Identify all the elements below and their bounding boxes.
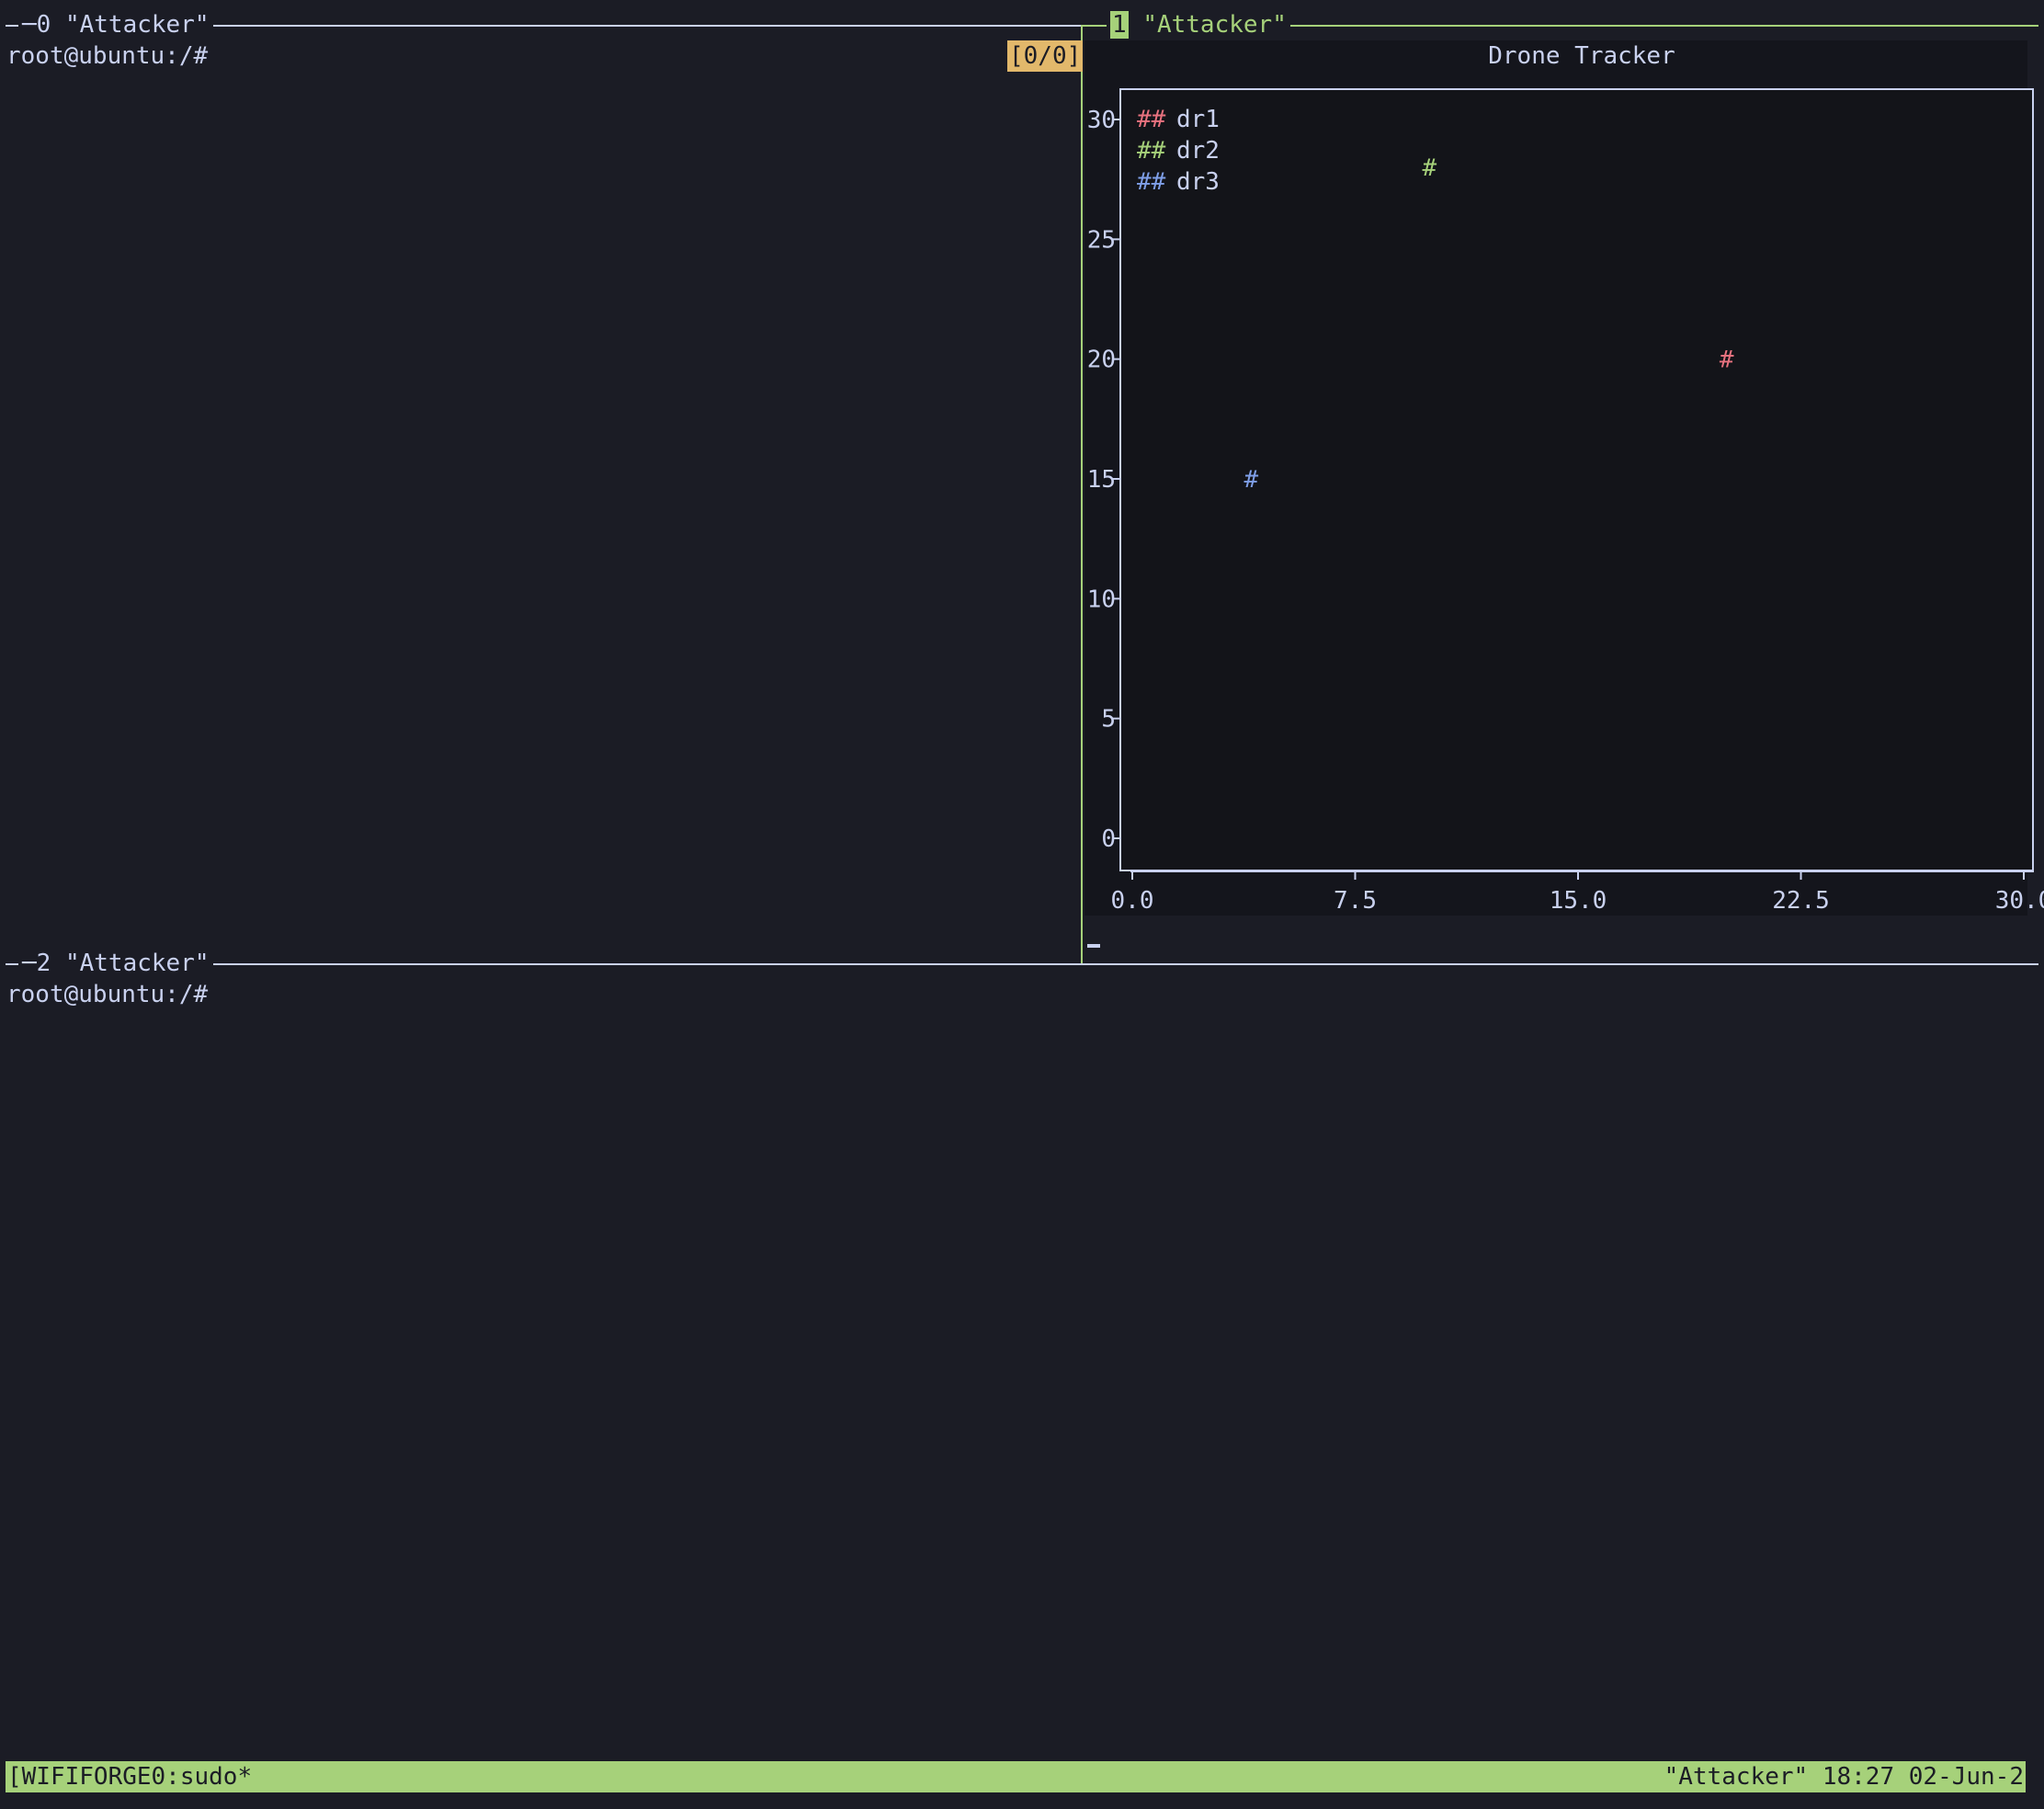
pane-2-title[interactable]: ─2 "Attacker" (18, 948, 213, 979)
pane-1-name: "Attacker" (1142, 11, 1287, 39)
pane-2-index: 2 (36, 950, 51, 977)
pane-1-title[interactable]: 1 "Attacker" (1107, 9, 1290, 40)
pane-2-prompt[interactable]: root@ubuntu:/# (6, 979, 208, 1010)
pane-0-name: "Attacker" (64, 11, 210, 39)
pane-0-title[interactable]: ─0 "Attacker" (18, 9, 213, 40)
pane-2-name: "Attacker" (64, 950, 210, 977)
pane-1-cursor (1087, 944, 1100, 948)
status-bar-host-clock: "Attacker" 18:27 02-Jun-2 (1664, 1763, 2024, 1791)
pane-0-position-badge: [0/0] (1007, 40, 1084, 72)
pane-2-border-top (6, 963, 2038, 965)
pane-0-prompt[interactable]: root@ubuntu:/# (6, 40, 208, 72)
status-bar: [WIFIFORGE0:sudo* "Attacker" 18:27 02-Ju… (6, 1761, 2026, 1792)
pane-1-index: 1 (1110, 11, 1129, 39)
plot-area (1119, 88, 2034, 871)
status-bar-session[interactable]: [WIFIFORGE0:sudo* (7, 1761, 252, 1792)
pane-separator-vertical[interactable] (1081, 25, 1083, 964)
chart-title: Drone Tracker (1488, 42, 1675, 70)
pane-0-index: 0 (36, 11, 51, 39)
